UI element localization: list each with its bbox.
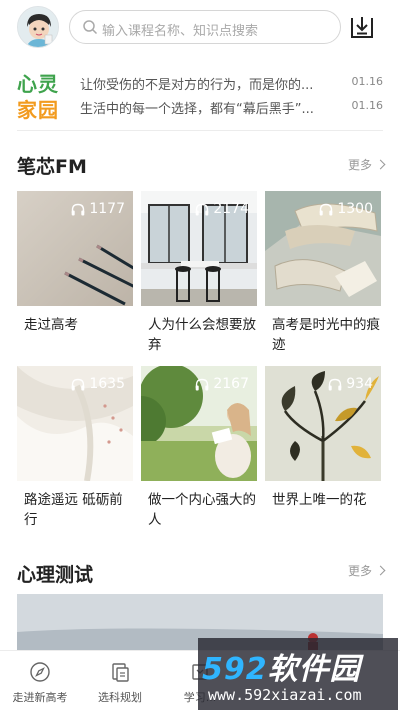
card-caption: 走过高考 <box>24 317 78 333</box>
xinling-jiayuan-logo: 心灵 家园 <box>17 72 59 122</box>
headphones-icon <box>72 203 85 215</box>
headphones-icon <box>328 378 342 390</box>
planning-icon <box>112 663 129 682</box>
tab-zoujin-xingaokao[interactable]: 走进新高考 <box>0 661 80 705</box>
card-caption: 世界上唯一的花 <box>272 492 367 508</box>
search-placeholder: 输入课程名称、知识点搜索 <box>102 24 259 39</box>
compass-icon <box>30 662 50 682</box>
news-item[interactable]: 生活中的每一个选择，都有“幕后黑手”... 01.16 <box>80 96 385 117</box>
fm-more-link[interactable]: 更多 <box>348 156 386 173</box>
card-caption: 路途遥远 砥砺前行 <box>24 492 123 528</box>
news-title: 让你受伤的不是对方的行为，而是你的... <box>80 78 314 93</box>
news-date: 01.16 <box>351 99 384 112</box>
fm-section-title: 笔芯FM <box>17 156 87 178</box>
chevron-right-icon <box>375 159 386 170</box>
news-ticker: 心灵 家园 让你受伤的不是对方的行为，而是你的... 01.16 生活中的每一个… <box>0 62 400 130</box>
top-bar: 输入课程名称、知识点搜索 <box>0 0 400 58</box>
download-icon[interactable] <box>349 14 375 40</box>
search-bar[interactable]: 输入课程名称、知识点搜索 <box>69 10 341 44</box>
fm-card[interactable]: 1635 路途遥远 砥砺前行 <box>17 366 133 531</box>
listen-count: 934 <box>328 376 373 392</box>
card-caption: 人为什么会想要放弃 <box>148 317 256 353</box>
test-more-link[interactable]: 更多 <box>348 562 386 579</box>
card-caption: 做一个内心强大的人 <box>148 492 256 528</box>
watermark-logo: 592软件园 www.592xiazai.com <box>198 638 398 710</box>
fm-card[interactable]: 2174 人为什么会想要放弃 <box>141 191 257 356</box>
headphones-icon <box>72 378 85 390</box>
news-date: 01.16 <box>351 75 384 88</box>
test-section-title: 心理测试 <box>17 564 94 586</box>
fm-card[interactable]: 1177 走过高考 <box>17 191 133 341</box>
news-item[interactable]: 让你受伤的不是对方的行为，而是你的... 01.16 <box>80 72 385 93</box>
fm-card[interactable]: 1300 高考是时光中的痕迹 <box>265 191 381 356</box>
listen-count: 2174 <box>195 201 249 217</box>
fm-card[interactable]: 934 世界上唯一的花 <box>265 366 381 516</box>
divider <box>17 130 383 131</box>
search-icon <box>83 20 98 35</box>
listen-count: 1300 <box>319 201 373 217</box>
fm-card[interactable]: 2167 做一个内心强大的人 <box>141 366 257 531</box>
chevron-right-icon <box>375 565 386 576</box>
headphones-icon <box>320 203 333 215</box>
tab-xuanke-guihua[interactable]: 选科规划 <box>80 661 160 705</box>
headphones-icon <box>196 203 209 215</box>
card-caption: 高考是时光中的痕迹 <box>272 317 380 353</box>
listen-count: 2167 <box>195 376 249 392</box>
headphones-icon <box>196 378 209 390</box>
listen-count: 1635 <box>71 376 125 392</box>
news-title: 生活中的每一个选择，都有“幕后黑手”... <box>80 102 314 117</box>
avatar[interactable] <box>17 6 59 48</box>
listen-count: 1177 <box>71 201 125 217</box>
